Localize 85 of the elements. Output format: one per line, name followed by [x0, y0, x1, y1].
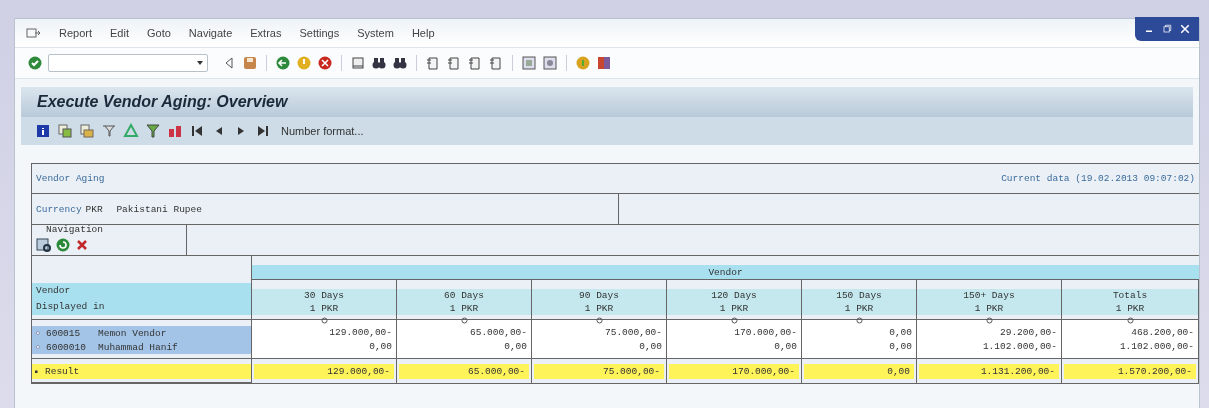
vendor-name: Muhammad Hanif [98, 341, 178, 353]
layout-icon[interactable] [596, 55, 612, 71]
table-cell: 0,00 [369, 340, 392, 354]
chart-icon[interactable] [167, 123, 183, 139]
screen-title: Execute Vendor Aging: Overview [37, 93, 288, 111]
table-cell: 129.000,00- [329, 326, 392, 340]
currency-name: Pakistani Rupee [116, 203, 202, 215]
table-cell: 0,00 [889, 340, 912, 354]
refresh-icon[interactable] [55, 237, 71, 253]
menu-item[interactable]: Navigate [188, 27, 233, 39]
result-cell: 65.000,00- [399, 364, 529, 379]
vendor-name: Memon Vendor [98, 327, 167, 339]
table-cell: 1.102.000,00- [982, 340, 1057, 354]
find-next-icon[interactable] [392, 55, 408, 71]
result-cell: 170.000,00- [669, 364, 799, 379]
caret-icon[interactable] [197, 61, 203, 65]
filter-icon[interactable] [145, 123, 161, 139]
column-header[interactable]: Totals [1062, 289, 1198, 302]
column-header[interactable]: 30 Days [252, 289, 396, 302]
navigation-label: Navigation [46, 225, 104, 234]
column-unit: 1 PKR [532, 302, 666, 315]
result-cell: 129.000,00- [254, 364, 394, 379]
back-icon[interactable] [275, 55, 291, 71]
first-icon[interactable] [189, 123, 205, 139]
cancel-icon[interactable] [317, 55, 333, 71]
table-cell: 65.000,00- [470, 326, 527, 340]
currency-label: Currency [36, 203, 82, 215]
menu-item[interactable]: System [357, 27, 394, 39]
sort-marker-icon[interactable] [321, 317, 328, 324]
column-header[interactable]: 60 Days [397, 289, 531, 302]
number-format-button[interactable]: Number format... [277, 125, 368, 137]
table-cell: 0,00 [504, 340, 527, 354]
column-header[interactable]: 150+ Days [917, 289, 1061, 302]
column-header[interactable]: 150 Days [802, 289, 916, 302]
command-field[interactable] [48, 54, 208, 72]
table-cell: 29.200,00- [1000, 326, 1057, 340]
result-cell: 75.000,00- [534, 364, 664, 379]
filter-table-icon[interactable] [101, 123, 117, 139]
result-cell: 1.131.200,00- [919, 364, 1059, 379]
menu-item[interactable]: Goto [147, 27, 171, 39]
column-unit: 1 PKR [917, 302, 1061, 315]
sort-marker-icon[interactable] [731, 317, 738, 324]
group-header: Vendor [708, 266, 743, 278]
table-cell: 1.102.000,00- [1119, 340, 1194, 354]
column-header[interactable]: 90 Days [532, 289, 666, 302]
column-header[interactable]: 120 Days [667, 289, 801, 302]
window-icon[interactable] [542, 55, 558, 71]
window-icon[interactable] [521, 55, 537, 71]
table-cell: 468.200,00- [1131, 326, 1194, 340]
checkmark-icon[interactable] [27, 55, 43, 71]
row-header: Displayed in [32, 299, 251, 315]
column-unit: 1 PKR [252, 302, 396, 315]
sort-marker-icon[interactable] [856, 317, 863, 324]
table-cell: 0,00 [889, 326, 912, 340]
report-title: Vendor Aging [36, 173, 105, 184]
menu-item[interactable]: Edit [110, 27, 129, 39]
sort-marker-icon[interactable] [986, 317, 993, 324]
timestamp: Current data (19.02.2013 09:07:02) [1001, 173, 1195, 184]
column-unit: 1 PKR [667, 302, 801, 315]
result-cell: 0,00 [804, 364, 914, 379]
sort-marker-icon[interactable] [1127, 317, 1134, 324]
sort-marker-icon[interactable] [596, 317, 603, 324]
info-icon[interactable] [35, 123, 51, 139]
find-icon[interactable] [371, 55, 387, 71]
column-unit: 1 PKR [397, 302, 531, 315]
column-unit: 1 PKR [802, 302, 916, 315]
menu-item[interactable]: Report [59, 27, 93, 39]
sort-marker-icon[interactable] [461, 317, 468, 324]
currency-code: PKR [85, 203, 103, 215]
copy-icon[interactable] [57, 123, 73, 139]
menu-item[interactable]: Extras [250, 27, 282, 39]
table-cell: 170.000,00- [734, 326, 797, 340]
vendor-id[interactable]: 600015 [46, 327, 96, 339]
table-cell: 0,00 [774, 340, 797, 354]
column-unit: 1 PKR [1062, 302, 1198, 315]
vendor-id[interactable]: 6000010 [46, 341, 96, 353]
table-cell: 75.000,00- [605, 326, 662, 340]
result-cell: 1.570.200,00- [1064, 364, 1196, 379]
save-icon[interactable] [242, 55, 258, 71]
menu-item[interactable]: Settings [299, 27, 340, 39]
table-cell: 0,00 [639, 340, 662, 354]
menu-icon[interactable] [25, 25, 41, 41]
menu-item[interactable]: Help [411, 27, 435, 39]
row-header: Vendor [32, 283, 251, 299]
last-icon[interactable] [255, 123, 271, 139]
